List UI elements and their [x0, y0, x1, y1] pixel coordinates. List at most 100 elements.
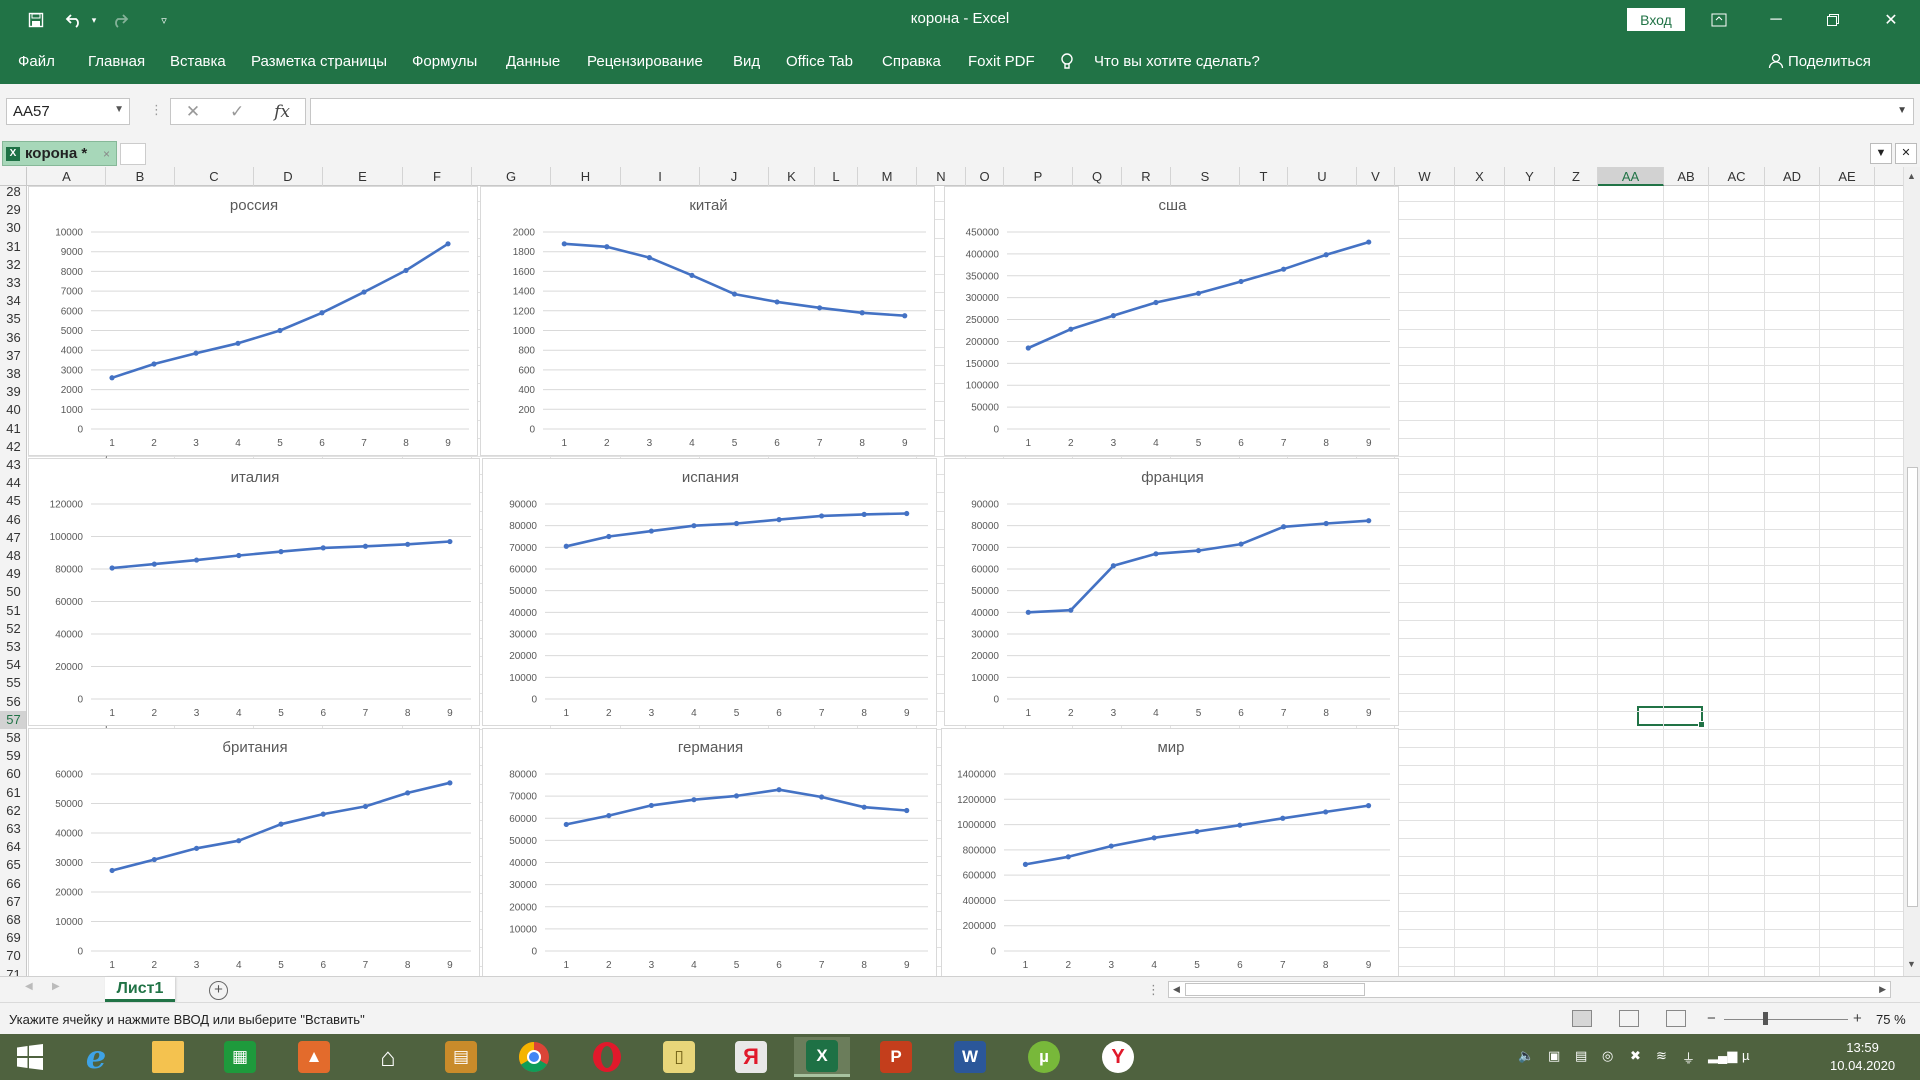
data-point[interactable]	[1238, 278, 1244, 285]
zoom-slider-thumb[interactable]	[1763, 1012, 1768, 1025]
data-point[interactable]	[151, 856, 157, 863]
cancel-icon[interactable]: ✕	[186, 102, 200, 122]
series-line[interactable]	[1028, 519, 1369, 614]
row-header-70[interactable]: 70	[0, 947, 26, 965]
chart-7[interactable]: британия 0 10000 20000 30000 40000 50000 60000 1…	[28, 728, 480, 976]
data-point[interactable]	[320, 545, 326, 551]
row-header-59[interactable]: 59	[0, 747, 26, 765]
share-button[interactable]: Поделиться	[1788, 53, 1871, 70]
prev-sheet-icon[interactable]: ◀	[25, 981, 33, 992]
data-point[interactable]	[1281, 524, 1287, 530]
row-header-35[interactable]: 35	[0, 310, 26, 328]
row-header-61[interactable]: 61	[0, 784, 26, 802]
close-icon[interactable]: ✕	[1868, 0, 1914, 40]
column-header-o[interactable]: O	[966, 167, 1004, 186]
word-icon[interactable]: W	[942, 1037, 998, 1077]
zoom-out-icon[interactable]: −	[1707, 1010, 1716, 1027]
doc-tab-korona[interactable]: X корона * ×	[2, 141, 117, 166]
data-point[interactable]	[561, 241, 567, 247]
row-header-48[interactable]: 48	[0, 547, 26, 565]
new-doc-tab[interactable]	[120, 143, 146, 165]
column-header-f[interactable]: F	[403, 167, 472, 186]
doc-tab-close-icon[interactable]: ×	[103, 147, 110, 161]
tab-formulas[interactable]: Формулы	[412, 53, 477, 70]
column-header-b[interactable]: B	[106, 167, 175, 186]
column-header-q[interactable]: Q	[1073, 167, 1122, 186]
page-break-view-icon[interactable]	[1666, 1010, 1686, 1027]
data-point[interactable]	[1110, 313, 1116, 319]
data-point[interactable]	[1323, 809, 1329, 815]
row-header-66[interactable]: 66	[0, 875, 26, 893]
battery-icon[interactable]: ▤	[1575, 1048, 1587, 1064]
data-point[interactable]	[151, 561, 157, 567]
data-point[interactable]	[1025, 345, 1031, 351]
row-header-55[interactable]: 55	[0, 674, 26, 692]
row-header-57[interactable]: 57	[0, 710, 26, 729]
column-header-d[interactable]: D	[254, 167, 323, 186]
chart-9[interactable]: мир 0 200000 400000 600000 800000 1000000 12000…	[941, 728, 1399, 976]
data-point[interactable]	[1025, 609, 1031, 615]
add-sheet-icon[interactable]: +	[209, 981, 228, 1000]
data-point[interactable]	[278, 549, 284, 555]
row-header-47[interactable]: 47	[0, 529, 26, 547]
row-header-37[interactable]: 37	[0, 347, 26, 365]
column-header-i[interactable]: I	[621, 167, 700, 186]
data-point[interactable]	[859, 310, 865, 316]
data-point[interactable]	[235, 340, 241, 346]
usb-icon[interactable]: ⏚	[1682, 1048, 1695, 1067]
column-header-aa[interactable]: AA	[1598, 167, 1664, 186]
data-point[interactable]	[361, 289, 367, 295]
chart-4[interactable]: италия 0 20000 40000 60000 80000 100000 120000 1…	[28, 458, 480, 726]
scroll-left-icon[interactable]: ◀	[1173, 984, 1180, 995]
column-header-y[interactable]: Y	[1505, 167, 1555, 186]
horizontal-scroll-thumb[interactable]	[1185, 983, 1365, 996]
data-point[interactable]	[774, 299, 780, 305]
wifi-icon[interactable]: ≋	[1656, 1048, 1667, 1064]
data-point[interactable]	[731, 291, 738, 297]
chevron-down-icon[interactable]: ▼	[114, 104, 124, 115]
clock[interactable]: 13:59 10.04.2020	[1830, 1039, 1895, 1075]
folder-icon[interactable]: ▯	[651, 1037, 707, 1077]
data-point[interactable]	[405, 790, 411, 796]
data-point[interactable]	[691, 797, 697, 803]
vertical-scroll-thumb[interactable]	[1907, 467, 1918, 907]
tab-home[interactable]: Главная	[88, 53, 145, 70]
row-header-67[interactable]: 67	[0, 893, 26, 911]
data-point[interactable]	[817, 305, 823, 311]
row-header-32[interactable]: 32	[0, 256, 26, 274]
tab-help[interactable]: Справка	[882, 53, 941, 70]
data-point[interactable]	[1281, 266, 1287, 272]
normal-view-icon[interactable]	[1572, 1010, 1592, 1027]
data-point[interactable]	[1153, 551, 1159, 557]
row-header-31[interactable]: 31	[0, 238, 26, 256]
vertical-scrollbar[interactable]: ▲ ▼	[1903, 167, 1920, 976]
data-point[interactable]	[563, 821, 569, 828]
row-header-46[interactable]: 46	[0, 511, 26, 529]
internet-explorer-icon[interactable]: e	[68, 1037, 124, 1077]
column-header-r[interactable]: R	[1122, 167, 1171, 186]
column-header-ad[interactable]: AD	[1765, 167, 1820, 186]
yandex-icon[interactable]: Я	[723, 1037, 779, 1077]
column-header-u[interactable]: U	[1288, 167, 1357, 186]
data-point[interactable]	[151, 361, 157, 367]
chart-3[interactable]: сша 0 50000 100000 150000 200000 250000 300000 3…	[944, 186, 1399, 456]
tab-split-handle-icon[interactable]: ⋮	[1147, 982, 1160, 998]
series-line[interactable]	[566, 512, 907, 548]
row-header-34[interactable]: 34	[0, 292, 26, 310]
data-point[interactable]	[648, 528, 654, 534]
data-point[interactable]	[606, 812, 612, 819]
select-all-corner[interactable]	[0, 167, 27, 186]
zoom-in-icon[interactable]: +	[1853, 1010, 1862, 1027]
selected-cell[interactable]	[1637, 706, 1705, 728]
network-off-icon[interactable]: ✖	[1630, 1048, 1641, 1064]
data-point[interactable]	[904, 510, 910, 517]
row-header-58[interactable]: 58	[0, 729, 26, 747]
data-point[interactable]	[193, 350, 199, 356]
data-point[interactable]	[1108, 843, 1114, 849]
data-point[interactable]	[606, 533, 612, 540]
row-header-64[interactable]: 64	[0, 838, 26, 856]
data-point[interactable]	[193, 557, 200, 563]
sheet-tab-list1[interactable]: Лист1	[105, 977, 175, 1002]
data-point[interactable]	[733, 793, 740, 799]
horizontal-scrollbar[interactable]: ◀ ▶	[1168, 981, 1891, 998]
